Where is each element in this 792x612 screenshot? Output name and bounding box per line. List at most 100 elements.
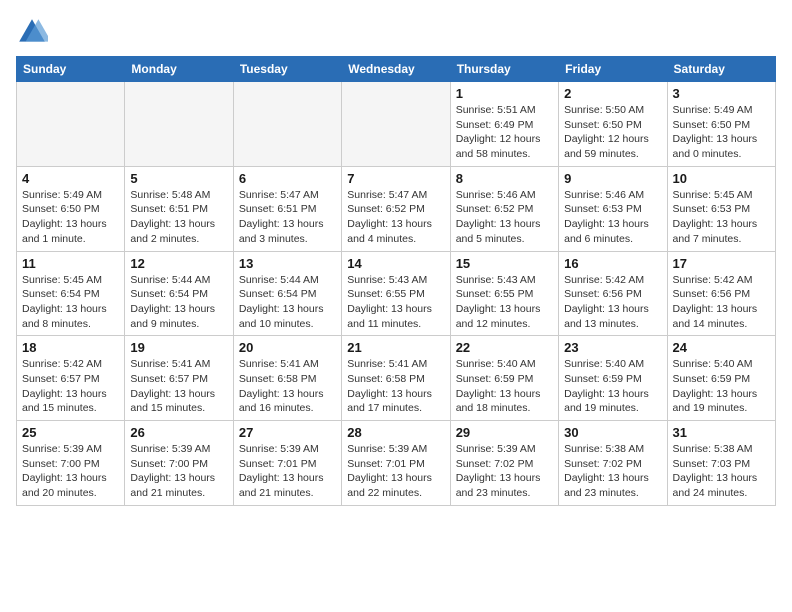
logo-icon — [16, 16, 48, 48]
cell-content: Sunrise: 5:40 AM Sunset: 6:59 PM Dayligh… — [564, 357, 661, 416]
calendar-table: SundayMondayTuesdayWednesdayThursdayFrid… — [16, 56, 776, 506]
cell-content: Sunrise: 5:43 AM Sunset: 6:55 PM Dayligh… — [456, 273, 553, 332]
calendar-cell: 16 Sunrise: 5:42 AM Sunset: 6:56 PM Dayli… — [559, 251, 667, 336]
cell-content: Sunrise: 5:47 AM Sunset: 6:51 PM Dayligh… — [239, 188, 336, 247]
calendar-cell: 13Sunrise: 5:44 AM Sunset: 6:54 PM Dayli… — [233, 251, 341, 336]
weekday-header-monday: Monday — [125, 57, 233, 82]
calendar-cell: 20 Sunrise: 5:41 AM Sunset: 6:58 PM Dayli… — [233, 336, 341, 421]
calendar-cell — [17, 82, 125, 167]
day-number: 17 — [673, 256, 770, 271]
cell-content: Sunrise: 5:39 AM Sunset: 7:00 PM Dayligh… — [22, 442, 119, 501]
cell-content: Sunrise: 5:42 AM Sunset: 6:57 PM Dayligh… — [22, 357, 119, 416]
day-number: 23 — [564, 340, 661, 355]
calendar-cell — [125, 82, 233, 167]
calendar-cell: 18 Sunrise: 5:42 AM Sunset: 6:57 PM Dayli… — [17, 336, 125, 421]
week-row-4: 18 Sunrise: 5:42 AM Sunset: 6:57 PM Dayli… — [17, 336, 776, 421]
calendar-cell: 24Sunrise: 5:40 AM Sunset: 6:59 PM Dayli… — [667, 336, 775, 421]
calendar-cell: 12 Sunrise: 5:44 AM Sunset: 6:54 PM Dayli… — [125, 251, 233, 336]
cell-content: Sunrise: 5:49 AM Sunset: 6:50 PM Dayligh… — [22, 188, 119, 247]
calendar-cell: 27 Sunrise: 5:39 AM Sunset: 7:01 PM Dayli… — [233, 421, 341, 506]
calendar-cell: 7 Sunrise: 5:47 AM Sunset: 6:52 PM Daylig… — [342, 166, 450, 251]
cell-content: Sunrise: 5:51 AM Sunset: 6:49 PM Dayligh… — [456, 103, 553, 162]
day-number: 2 — [564, 86, 661, 101]
weekday-header-wednesday: Wednesday — [342, 57, 450, 82]
cell-content: Sunrise: 5:46 AM Sunset: 6:53 PM Dayligh… — [564, 188, 661, 247]
cell-content: Sunrise: 5:41 AM Sunset: 6:58 PM Dayligh… — [347, 357, 444, 416]
day-number: 30 — [564, 425, 661, 440]
cell-content: Sunrise: 5:49 AM Sunset: 6:50 PM Dayligh… — [673, 103, 770, 162]
calendar-cell: 3 Sunrise: 5:49 AM Sunset: 6:50 PM Daylig… — [667, 82, 775, 167]
cell-content: Sunrise: 5:39 AM Sunset: 7:00 PM Dayligh… — [130, 442, 227, 501]
day-number: 25 — [22, 425, 119, 440]
calendar-cell: 30 Sunrise: 5:38 AM Sunset: 7:02 PM Dayli… — [559, 421, 667, 506]
cell-content: Sunrise: 5:48 AM Sunset: 6:51 PM Dayligh… — [130, 188, 227, 247]
calendar-cell: 28 Sunrise: 5:39 AM Sunset: 7:01 PM Dayli… — [342, 421, 450, 506]
day-number: 9 — [564, 171, 661, 186]
cell-content: Sunrise: 5:44 AM Sunset: 6:54 PM Dayligh… — [239, 273, 336, 332]
calendar-cell: 6 Sunrise: 5:47 AM Sunset: 6:51 PM Daylig… — [233, 166, 341, 251]
day-number: 7 — [347, 171, 444, 186]
cell-content: Sunrise: 5:40 AM Sunset: 6:59 PM Dayligh… — [673, 357, 770, 416]
day-number: 8 — [456, 171, 553, 186]
calendar-cell: 11Sunrise: 5:45 AM Sunset: 6:54 PM Dayli… — [17, 251, 125, 336]
calendar-cell: 15 Sunrise: 5:43 AM Sunset: 6:55 PM Dayli… — [450, 251, 558, 336]
cell-content: Sunrise: 5:38 AM Sunset: 7:02 PM Dayligh… — [564, 442, 661, 501]
calendar-cell — [233, 82, 341, 167]
day-number: 1 — [456, 86, 553, 101]
day-number: 31 — [673, 425, 770, 440]
calendar-cell: 10 Sunrise: 5:45 AM Sunset: 6:53 PM Dayli… — [667, 166, 775, 251]
logo — [16, 16, 52, 48]
calendar-cell: 23 Sunrise: 5:40 AM Sunset: 6:59 PM Dayli… — [559, 336, 667, 421]
cell-content: Sunrise: 5:46 AM Sunset: 6:52 PM Dayligh… — [456, 188, 553, 247]
cell-content: Sunrise: 5:39 AM Sunset: 7:01 PM Dayligh… — [239, 442, 336, 501]
calendar-cell: 29 Sunrise: 5:39 AM Sunset: 7:02 PM Dayli… — [450, 421, 558, 506]
day-number: 27 — [239, 425, 336, 440]
cell-content: Sunrise: 5:42 AM Sunset: 6:56 PM Dayligh… — [673, 273, 770, 332]
day-number: 18 — [22, 340, 119, 355]
day-number: 11 — [22, 256, 119, 271]
day-number: 6 — [239, 171, 336, 186]
day-number: 20 — [239, 340, 336, 355]
cell-content: Sunrise: 5:45 AM Sunset: 6:53 PM Dayligh… — [673, 188, 770, 247]
calendar-cell: 21 Sunrise: 5:41 AM Sunset: 6:58 PM Dayli… — [342, 336, 450, 421]
week-row-2: 4 Sunrise: 5:49 AM Sunset: 6:50 PM Daylig… — [17, 166, 776, 251]
day-number: 21 — [347, 340, 444, 355]
calendar-cell: 31Sunrise: 5:38 AM Sunset: 7:03 PM Dayli… — [667, 421, 775, 506]
day-number: 4 — [22, 171, 119, 186]
cell-content: Sunrise: 5:41 AM Sunset: 6:58 PM Dayligh… — [239, 357, 336, 416]
calendar-cell: 17 Sunrise: 5:42 AM Sunset: 6:56 PM Dayli… — [667, 251, 775, 336]
cell-content: Sunrise: 5:41 AM Sunset: 6:57 PM Dayligh… — [130, 357, 227, 416]
day-number: 26 — [130, 425, 227, 440]
day-number: 19 — [130, 340, 227, 355]
calendar-cell: 9 Sunrise: 5:46 AM Sunset: 6:53 PM Daylig… — [559, 166, 667, 251]
cell-content: Sunrise: 5:42 AM Sunset: 6:56 PM Dayligh… — [564, 273, 661, 332]
week-row-5: 25 Sunrise: 5:39 AM Sunset: 7:00 PM Dayli… — [17, 421, 776, 506]
day-number: 15 — [456, 256, 553, 271]
calendar-cell: 19 Sunrise: 5:41 AM Sunset: 6:57 PM Dayli… — [125, 336, 233, 421]
weekday-header-saturday: Saturday — [667, 57, 775, 82]
weekday-header-thursday: Thursday — [450, 57, 558, 82]
cell-content: Sunrise: 5:44 AM Sunset: 6:54 PM Dayligh… — [130, 273, 227, 332]
calendar-cell: 5Sunrise: 5:48 AM Sunset: 6:51 PM Daylig… — [125, 166, 233, 251]
cell-content: Sunrise: 5:47 AM Sunset: 6:52 PM Dayligh… — [347, 188, 444, 247]
calendar-cell: 2 Sunrise: 5:50 AM Sunset: 6:50 PM Daylig… — [559, 82, 667, 167]
day-number: 29 — [456, 425, 553, 440]
calendar-cell — [342, 82, 450, 167]
cell-content: Sunrise: 5:39 AM Sunset: 7:02 PM Dayligh… — [456, 442, 553, 501]
calendar-cell: 25 Sunrise: 5:39 AM Sunset: 7:00 PM Dayli… — [17, 421, 125, 506]
calendar-cell: 14Sunrise: 5:43 AM Sunset: 6:55 PM Dayli… — [342, 251, 450, 336]
weekday-header-row: SundayMondayTuesdayWednesdayThursdayFrid… — [17, 57, 776, 82]
week-row-1: 1 Sunrise: 5:51 AM Sunset: 6:49 PM Daylig… — [17, 82, 776, 167]
day-number: 12 — [130, 256, 227, 271]
cell-content: Sunrise: 5:39 AM Sunset: 7:01 PM Dayligh… — [347, 442, 444, 501]
day-number: 28 — [347, 425, 444, 440]
weekday-header-tuesday: Tuesday — [233, 57, 341, 82]
page-header — [16, 16, 776, 48]
day-number: 10 — [673, 171, 770, 186]
day-number: 16 — [564, 256, 661, 271]
cell-content: Sunrise: 5:50 AM Sunset: 6:50 PM Dayligh… — [564, 103, 661, 162]
calendar-cell: 4 Sunrise: 5:49 AM Sunset: 6:50 PM Daylig… — [17, 166, 125, 251]
calendar-cell: 22Sunrise: 5:40 AM Sunset: 6:59 PM Dayli… — [450, 336, 558, 421]
day-number: 3 — [673, 86, 770, 101]
week-row-3: 11Sunrise: 5:45 AM Sunset: 6:54 PM Dayli… — [17, 251, 776, 336]
